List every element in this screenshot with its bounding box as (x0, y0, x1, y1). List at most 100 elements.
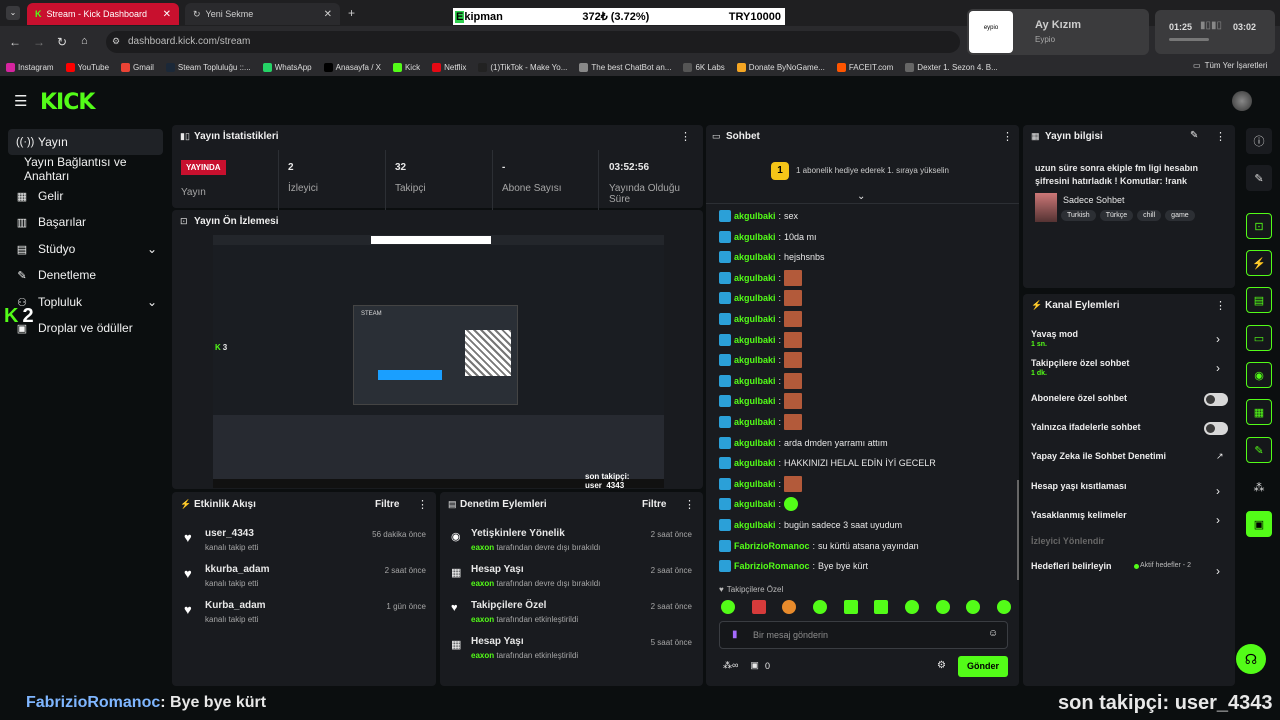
bookmark-item[interactable]: Instagram (6, 62, 54, 72)
chat-username[interactable]: akgulbaki (734, 232, 776, 242)
bookmark-item[interactable]: FACEIT.com (836, 62, 893, 72)
chat-username[interactable]: akgulbaki (734, 252, 776, 262)
channel-action-label[interactable]: Abonelere özel sohbet (1031, 393, 1127, 403)
edit-icon[interactable]: ✎ (1190, 130, 1198, 141)
chat-input[interactable]: ▮ Bir mesaj gönderin ☺ (719, 621, 1008, 649)
chat-username[interactable]: akgulbaki (734, 479, 776, 489)
bookmark-item[interactable]: Netflix (432, 62, 466, 72)
chevron-right-icon[interactable]: › (1216, 564, 1220, 578)
bookmark-item[interactable]: Anasayfa / X (323, 62, 381, 72)
sidebar-item-gelir[interactable]: ▦ Gelir (8, 183, 163, 209)
chat-username[interactable]: akgulbaki (734, 396, 776, 406)
sidebar-item-denetleme[interactable]: ✎ Denetleme (8, 262, 163, 288)
chat-username[interactable]: akgulbaki (734, 499, 776, 509)
bookmark-item[interactable]: (1)TikTok - Make Yo... (478, 62, 567, 72)
emote-button[interactable] (721, 600, 735, 614)
emote-button[interactable] (782, 600, 797, 614)
pencil-icon[interactable]: ✎ (1246, 165, 1272, 191)
emote-button[interactable] (935, 600, 950, 614)
tag-chip[interactable]: Turkish (1061, 210, 1096, 221)
info-icon[interactable]: ⓘ (1246, 128, 1272, 154)
bookmark-item[interactable]: 6K Labs (683, 62, 725, 72)
lightning-icon[interactable]: ⚡ (1246, 250, 1272, 276)
reload-icon[interactable]: ↻ (57, 35, 67, 49)
gear-icon[interactable]: ⚙ (937, 660, 946, 671)
broadcast-icon[interactable]: ◉ (1246, 362, 1272, 388)
mic-icon[interactable]: ▮ (732, 629, 738, 640)
back-icon[interactable]: ← (9, 35, 21, 49)
emote-button[interactable] (904, 600, 919, 614)
chat-username[interactable]: akgulbaki (734, 273, 776, 283)
layout-icon[interactable]: ▦ (1246, 399, 1272, 425)
close-icon[interactable]: ✕ (163, 9, 171, 20)
wrench-icon[interactable]: ✎ (1246, 437, 1272, 463)
chevron-right-icon[interactable]: › (1216, 332, 1220, 346)
stream-preview-video[interactable]: STEAM K 3 son takipçi: user_4343 (213, 235, 664, 488)
chat-username[interactable]: akgulbaki (734, 417, 776, 427)
chat-username[interactable]: akgulbaki (734, 520, 776, 530)
bookmark-item[interactable]: YouTube (65, 62, 109, 72)
chat-username[interactable]: akgulbaki (734, 293, 776, 303)
more-icon[interactable]: ⋮ (1215, 299, 1226, 312)
chat-username[interactable]: akgulbaki (734, 376, 776, 386)
tag-chip[interactable]: game (1165, 210, 1195, 221)
bookmark-item[interactable]: Kick (392, 62, 420, 72)
chat-username[interactable]: akgulbaki (734, 335, 776, 345)
tab-kick-dashboard[interactable]: K Stream - Kick Dashboard ✕ (27, 3, 179, 25)
channel-action-label[interactable]: Takipçilere özel sohbet (1031, 358, 1129, 368)
emote-button[interactable] (966, 600, 981, 614)
menu-icon[interactable]: ☰ (14, 92, 27, 110)
more-icon[interactable]: ⋮ (684, 498, 695, 511)
tag-chip[interactable]: chill (1137, 210, 1162, 221)
more-icon[interactable]: ⋮ (417, 498, 428, 511)
channel-action-label[interactable]: Hedefleri belirleyin (1031, 561, 1112, 571)
bookmark-item[interactable]: Dexter 1. Sezon 4. B... (905, 62, 998, 72)
chat-scrollbar[interactable] (1017, 480, 1019, 580)
emoji-icon[interactable]: ☺ (988, 628, 998, 639)
sidebar-item-studyo[interactable]: ▤ Stüdyo ⌄ (8, 236, 163, 262)
chat-username[interactable]: FabrizioRomanoc (734, 541, 810, 551)
emote-button[interactable] (751, 600, 766, 614)
close-icon[interactable]: ✕ (324, 9, 332, 20)
infinity-icon[interactable]: ⁂∞ (723, 660, 738, 671)
toggle-switch[interactable] (1204, 393, 1228, 406)
all-bookmarks[interactable]: ▭ Tüm Yer İşaretleri (1193, 61, 1267, 70)
forward-icon[interactable]: → (33, 35, 45, 49)
home-icon[interactable]: ⌂ (81, 35, 88, 47)
bookmark-item[interactable]: Donate ByNoGame... (736, 62, 825, 72)
activity-filter-button[interactable]: Filtre (375, 499, 399, 510)
moderation-filter-button[interactable]: Filtre (642, 499, 666, 510)
bookmark-item[interactable]: Gmail (121, 62, 154, 72)
sidebar-item-basarilar[interactable]: ▥ Başarılar (8, 209, 163, 235)
toggle-switch[interactable] (1204, 422, 1228, 435)
bookmark-item[interactable]: The best ChatBot an... (579, 62, 671, 72)
send-button[interactable]: Gönder (958, 656, 1008, 677)
category-name[interactable]: Sadece Sohbet (1063, 195, 1125, 205)
user-avatar[interactable] (1232, 91, 1252, 111)
more-icon[interactable]: ⋮ (1215, 130, 1226, 143)
pinned-chevron-icon[interactable]: ⌄ (857, 191, 865, 202)
channel-action-label[interactable]: Yalnızca ifadelerle sohbet (1031, 422, 1141, 432)
emote-button[interactable] (843, 600, 858, 614)
bookmark-item[interactable]: Steam Topluluğu ::... (165, 62, 251, 72)
chat-username[interactable]: akgulbaki (734, 458, 776, 468)
tag-chip[interactable]: Türkçe (1099, 210, 1134, 221)
scan-icon[interactable]: ⊡ (1246, 213, 1272, 239)
app-icon[interactable]: ▣ (1246, 511, 1272, 537)
emote-button[interactable] (812, 600, 827, 614)
bookmark-item[interactable]: WhatsApp (262, 62, 312, 72)
tab-list-icon[interactable]: ⌄ (6, 6, 20, 20)
support-icon[interactable]: ☊ (1236, 644, 1266, 674)
chat-username[interactable]: akgulbaki (734, 355, 776, 365)
more-icon[interactable]: ⋮ (680, 130, 691, 143)
chat-username[interactable]: akgulbaki (734, 314, 776, 324)
chat-username[interactable]: FabrizioRomanoc (734, 561, 810, 571)
external-link-icon[interactable]: ↗ (1216, 451, 1224, 462)
emote-button[interactable] (996, 600, 1011, 614)
sidebar-item-yayin[interactable]: ((·)) Yayın (8, 129, 163, 155)
emote-button[interactable] (874, 600, 889, 614)
channel-action-label[interactable]: Yapay Zeka ile Sohbet Denetimi (1031, 451, 1166, 461)
chevron-right-icon[interactable]: › (1216, 484, 1220, 498)
channel-action-label[interactable]: Yasaklanmış kelimeler (1031, 510, 1127, 520)
site-settings-icon[interactable]: ⚙ (112, 36, 120, 47)
